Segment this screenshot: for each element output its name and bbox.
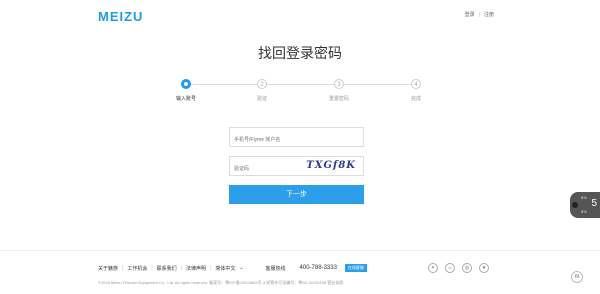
- qq-icon[interactable]: ◍: [462, 263, 472, 273]
- login-link[interactable]: 登录: [465, 11, 475, 18]
- account-field-wrapper: [229, 127, 364, 149]
- hotline-label: 客服热线: [265, 265, 286, 272]
- hotline-number: 400-788-3333: [299, 265, 337, 271]
- steps-line: [186, 84, 416, 85]
- next-button[interactable]: 下一步: [229, 185, 364, 204]
- online-service-button[interactable]: 在线客服: [344, 264, 367, 272]
- captcha-image[interactable]: TXGf8K: [306, 160, 356, 171]
- footer-link-jobs[interactable]: 工作机会: [127, 265, 147, 272]
- captcha-field-wrapper: TXGf8K: [229, 156, 364, 178]
- chevron-down-icon[interactable]: ⌄: [239, 265, 243, 271]
- side-number: 5: [591, 198, 597, 209]
- divider: |: [122, 265, 124, 271]
- footer-link-about[interactable]: 关于魅族: [98, 265, 118, 272]
- social-icons: ✦ ☺ ◍ ★: [428, 263, 489, 273]
- copyright: ©2016 Meizu Telecom Equipment Co., Ltd. …: [98, 280, 344, 285]
- side-widget[interactable]: 8% 8% 5: [570, 192, 600, 218]
- step-label: 验证: [256, 96, 267, 102]
- wechat-icon[interactable]: ☺: [445, 263, 455, 273]
- star-icon[interactable]: ★: [479, 263, 489, 273]
- step-dot: 4: [411, 79, 421, 89]
- divider: |: [151, 265, 153, 271]
- step-3: 3 重置密码: [319, 78, 359, 102]
- step-dot: 2: [257, 79, 267, 89]
- recover-form: TXGf8K 下一步: [229, 127, 364, 204]
- page-title: 找回登录密码: [258, 45, 342, 61]
- divider: |: [210, 265, 212, 271]
- side-label-bottom: 8%: [581, 209, 587, 214]
- step-label: 输入账号: [175, 96, 196, 102]
- account-input[interactable]: [230, 131, 328, 149]
- step-1: 输入账号: [166, 78, 206, 102]
- footer-link-legal[interactable]: 法律声明: [186, 265, 206, 272]
- meizu-m-icon[interactable]: m: [571, 271, 583, 283]
- step-2: 2 验证: [242, 78, 282, 102]
- divider: |: [478, 11, 480, 18]
- divider: |: [180, 265, 182, 271]
- footer-link-contact[interactable]: 联系我们: [157, 265, 177, 272]
- register-link[interactable]: 注册: [484, 11, 494, 18]
- weibo-icon[interactable]: ✦: [428, 263, 438, 273]
- top-links: 登录 | 注册: [465, 11, 494, 19]
- footer-divider: [0, 250, 600, 251]
- toggle-icon[interactable]: [572, 202, 578, 208]
- step-4: 4 完成: [396, 78, 436, 102]
- step-dot: 3: [334, 79, 344, 89]
- step-label: 重置密码: [328, 96, 349, 102]
- step-label: 完成: [410, 96, 421, 102]
- step-dot: [181, 79, 191, 89]
- progress-steps: 输入账号 2 验证 3 重置密码 4 完成: [176, 78, 421, 108]
- logo[interactable]: MEIZU: [98, 9, 143, 24]
- language-select[interactable]: 简体中文: [215, 265, 235, 272]
- side-label-top: 8%: [581, 195, 587, 200]
